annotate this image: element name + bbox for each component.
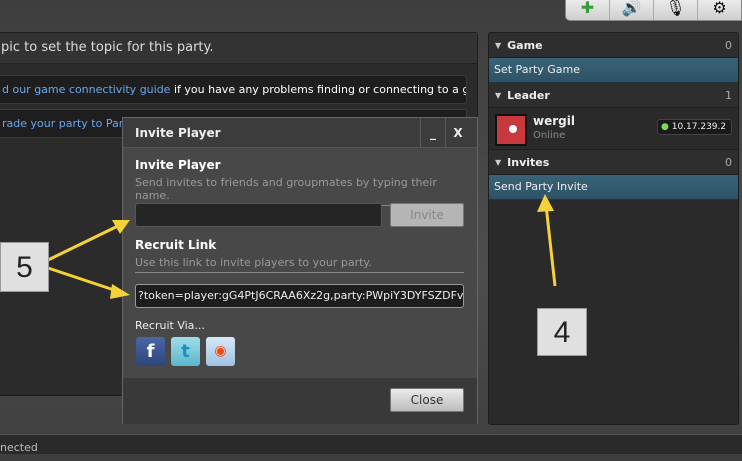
arrow-to-invite-input <box>47 222 123 262</box>
arrow-to-recruit-link <box>47 266 121 294</box>
arrow-to-send-invite <box>544 204 557 287</box>
annotation-5: 5 <box>0 242 49 292</box>
annotation-4: 4 <box>537 308 587 356</box>
annotation-arrows <box>47 194 557 299</box>
